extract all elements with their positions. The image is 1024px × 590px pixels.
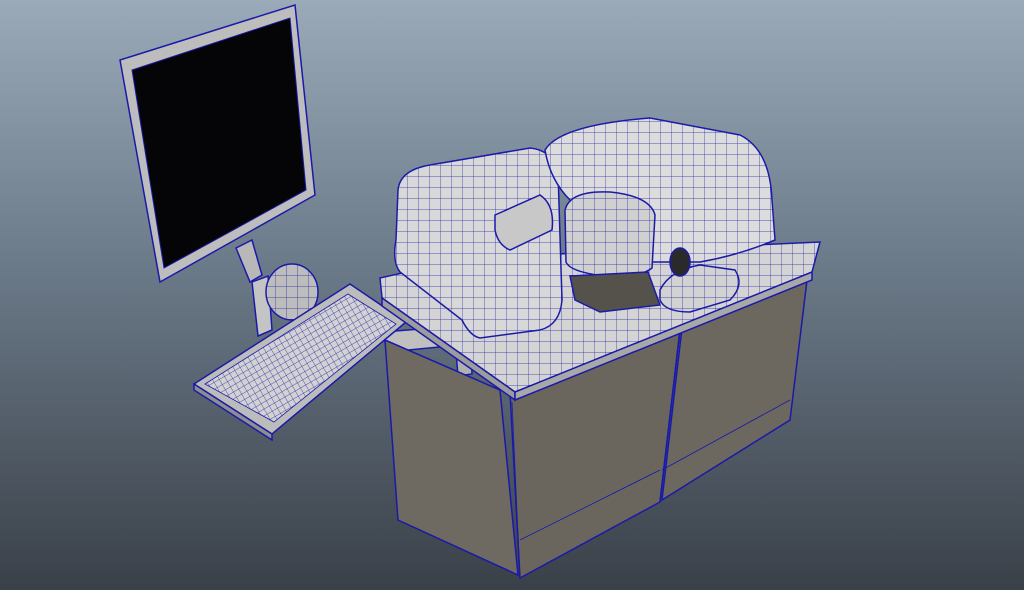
monitor[interactable] bbox=[119, 4, 316, 284]
probe-head bbox=[669, 247, 691, 277]
3d-viewport[interactable] bbox=[0, 0, 1024, 590]
